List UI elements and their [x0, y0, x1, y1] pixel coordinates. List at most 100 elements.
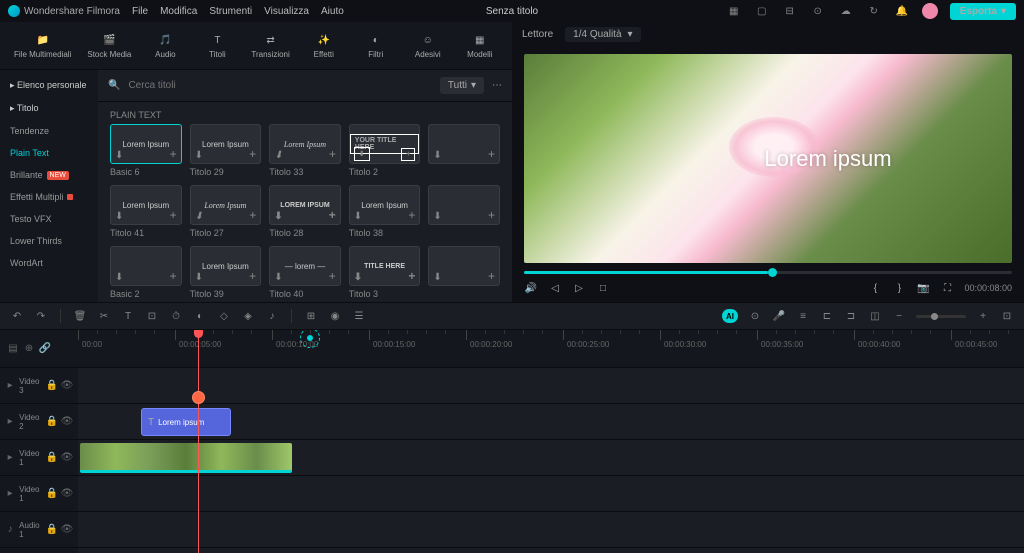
fullscreen-icon[interactable]: ⛶	[940, 281, 954, 295]
crop-icon[interactable]: ⊡	[145, 309, 159, 323]
sidebar-item-tendenze[interactable]: Tendenze	[0, 120, 98, 142]
search-input[interactable]	[128, 80, 431, 91]
snap-icon[interactable]: ⊏	[820, 309, 834, 323]
lock-icon[interactable]: 🔒	[47, 489, 57, 499]
speed-icon[interactable]: ⏱	[169, 309, 183, 323]
track[interactable]	[78, 440, 1024, 476]
visibility-icon[interactable]: 👁	[62, 525, 72, 535]
sidebar-item-titolo[interactable]: ▸ Titolo	[0, 97, 98, 120]
track[interactable]: TLorem ipsum	[78, 404, 1024, 440]
visibility-icon[interactable]: 👁	[62, 417, 72, 427]
asset-tab-adesivi[interactable]: ☺Adesivi	[404, 28, 452, 63]
title-item[interactable]: TITLE HERE⬇+Titolo 3	[349, 246, 421, 299]
title-item[interactable]: ⬇+Basic 2	[110, 246, 182, 299]
sidebar-item-lower-thirds[interactable]: Lower Thirds	[0, 230, 98, 252]
preview-viewport[interactable]: Lorem ipsum	[524, 54, 1012, 263]
visibility-icon[interactable]: 👁	[62, 489, 72, 499]
detach-audio-icon[interactable]: ♪	[265, 309, 279, 323]
sidebar-item-plain-text[interactable]: Plain Text	[0, 142, 98, 164]
history-icon[interactable]: ↻	[866, 3, 882, 19]
track-header[interactable]: ▸Video 3🔒👁	[0, 368, 78, 404]
color-icon[interactable]: ◐	[193, 309, 207, 323]
more-icon[interactable]: ⋯	[492, 80, 502, 91]
zoom-slider[interactable]	[916, 315, 966, 318]
title-item[interactable]: LOREM IPSUM⬇+Titolo 28	[269, 185, 341, 238]
lock-icon[interactable]: 🔒	[47, 525, 57, 535]
comment-icon[interactable]: ▢	[754, 3, 770, 19]
lock-icon[interactable]: 🔒	[47, 453, 57, 463]
layout-icon[interactable]: ▦	[726, 3, 742, 19]
cut-icon[interactable]: ✂	[97, 309, 111, 323]
zoom-out-icon[interactable]: −	[892, 309, 906, 323]
redo-icon[interactable]: ↷	[34, 309, 48, 323]
title-item[interactable]: Lorem Ipsum⬇+Titolo 41	[110, 185, 182, 238]
timeline-body[interactable]: 00:0000:00:05:0000:00:10:0000:00:15:0000…	[78, 330, 1024, 553]
zoom-in-icon[interactable]: +	[976, 309, 990, 323]
menu-edit[interactable]: Modifica	[160, 6, 197, 17]
mask-icon[interactable]: ◉	[328, 309, 342, 323]
track-header[interactable]: ▸Video 1🔒👁	[0, 476, 78, 512]
export-button[interactable]: Esporta▾	[950, 3, 1016, 20]
menu-help[interactable]: Aiuto	[321, 6, 344, 17]
delete-icon[interactable]: 🗑	[73, 309, 87, 323]
play-icon[interactable]: ▷	[572, 281, 586, 295]
title-item[interactable]: Lorem Ipsum⬇+Basic 6	[110, 124, 182, 177]
track[interactable]	[78, 476, 1024, 512]
keyframe-icon[interactable]: ◇	[217, 309, 231, 323]
seekbar[interactable]	[524, 271, 1012, 274]
stop-icon[interactable]: □	[596, 281, 610, 295]
track-header[interactable]: ▸Video 2🔒👁	[0, 404, 78, 440]
volume-icon[interactable]: 🔊	[524, 281, 538, 295]
title-item[interactable]: Lorem Ipsum⬇+Titolo 27	[190, 185, 262, 238]
bell-icon[interactable]: 🔔	[894, 3, 910, 19]
title-item[interactable]: Lorem Ipsum⬇+Titolo 29	[190, 124, 262, 177]
undo-icon[interactable]: ↶	[10, 309, 24, 323]
sidebar-item-wordart[interactable]: WordArt	[0, 252, 98, 274]
visibility-icon[interactable]: 👁	[62, 381, 72, 391]
sidebar-item-elenco-personale[interactable]: ▸ Elenco personale	[0, 74, 98, 97]
menu-view[interactable]: Visualizza	[264, 6, 309, 17]
title-item[interactable]: ⬇+	[428, 185, 500, 238]
filter-dropdown[interactable]: Tutti▾	[440, 77, 484, 94]
toggle-tracks-icon[interactable]: ▤	[8, 344, 18, 354]
asset-tab-filtri[interactable]: ◐Filtri	[352, 28, 400, 63]
menu-file[interactable]: File	[132, 6, 148, 17]
link-icon[interactable]: 🔗	[40, 344, 50, 354]
sidebar-item-effetti-multipli[interactable]: Effetti Multipli	[0, 186, 98, 208]
cloud-icon[interactable]: ☁	[838, 3, 854, 19]
ruler[interactable]: 00:0000:00:05:0000:00:10:0000:00:15:0000…	[78, 330, 1024, 368]
lock-icon[interactable]: 🔒	[47, 417, 57, 427]
ai-button[interactable]: AI	[722, 309, 738, 323]
title-item[interactable]: Lorem Ipsum⬇+Titolo 38	[349, 185, 421, 238]
asset-tab-titoli[interactable]: TTitoli	[193, 28, 241, 63]
avatar[interactable]	[922, 3, 938, 19]
playhead[interactable]	[198, 330, 199, 553]
adjust-icon[interactable]: ◫	[868, 309, 882, 323]
track-icon[interactable]: ☰	[352, 309, 366, 323]
asset-tab-audio[interactable]: 🎵Audio	[141, 28, 189, 63]
clip[interactable]: TLorem ipsum	[141, 408, 231, 436]
lock-icon[interactable]: 🔒	[47, 381, 57, 391]
quality-select[interactable]: 1/4 Qualità▾	[565, 27, 640, 42]
text-icon[interactable]: T	[121, 309, 135, 323]
title-item[interactable]: ⬇+	[428, 246, 500, 299]
asset-tab-transizioni[interactable]: ⇄Transizioni	[245, 28, 295, 63]
sidebar-item-brillante[interactable]: Brillante NEW	[0, 164, 98, 186]
title-item[interactable]: YOUR TITLE HERE⬇+Titolo 2	[349, 124, 421, 177]
screen-icon[interactable]: ⊟	[782, 3, 798, 19]
asset-tab-stock-media[interactable]: 🎬Stock Media	[81, 28, 137, 63]
track[interactable]	[78, 368, 1024, 404]
prev-frame-icon[interactable]: ◁	[548, 281, 562, 295]
sidebar-item-testo-vfx[interactable]: Testo VFX	[0, 208, 98, 230]
title-item[interactable]: Lorem Ipsum⬇+Titolo 39	[190, 246, 262, 299]
group-icon[interactable]: ⊞	[304, 309, 318, 323]
voiceover-icon[interactable]: 🎤	[772, 309, 786, 323]
add-track-icon[interactable]: ⊕	[24, 344, 34, 354]
title-item[interactable]: Lorem Ipsum⬇+Titolo 33	[269, 124, 341, 177]
magnet-icon[interactable]: ⊐	[844, 309, 858, 323]
zoom-fit-icon[interactable]: ⊡	[1000, 309, 1014, 323]
asset-tab-modelli[interactable]: ▦Modelli	[456, 28, 504, 63]
record-icon[interactable]: ⊙	[810, 3, 826, 19]
mark-out-icon[interactable]: }	[892, 281, 906, 295]
mixer-icon[interactable]: ≡	[796, 309, 810, 323]
